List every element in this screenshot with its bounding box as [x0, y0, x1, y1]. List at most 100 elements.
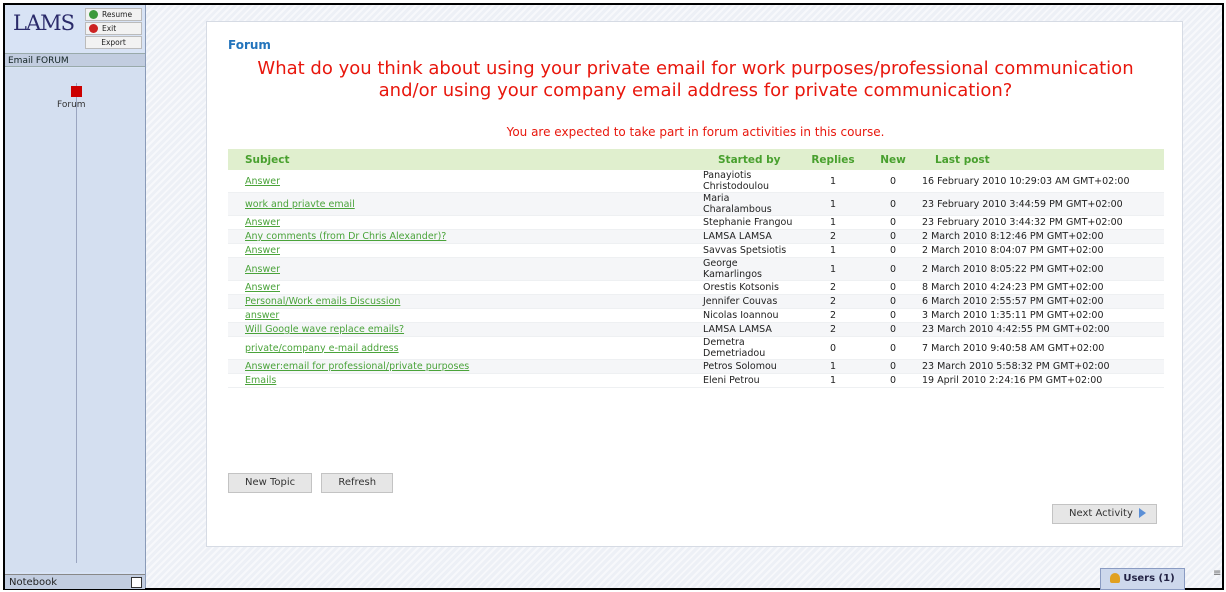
resume-button[interactable]: Resume: [85, 8, 142, 21]
topic-last-post: 7 March 2010 9:40:58 AM GMT+02:00: [918, 336, 1164, 360]
topic-subject-cell: Emails: [228, 373, 701, 388]
table-row: Answer:email for professional/private pu…: [228, 359, 1164, 374]
topic-replies: 1: [798, 192, 868, 216]
topic-last-post: 19 April 2010 2:24:16 PM GMT+02:00: [918, 373, 1164, 388]
table-header: Subject Started by Replies New Last post: [228, 149, 1164, 170]
topic-started-by: LAMSA LAMSA: [701, 322, 798, 337]
topic-new: 0: [868, 294, 918, 309]
topic-started-by: Panayiotis Christodoulou: [701, 170, 798, 193]
exit-icon: [89, 24, 98, 33]
topic-last-post: 16 February 2010 10:29:03 AM GMT+02:00: [918, 170, 1164, 193]
learner-controls: Resume Exit Export: [85, 8, 142, 50]
topic-new: 0: [868, 322, 918, 337]
topic-subject-link[interactable]: Answer:email for professional/private pu…: [245, 361, 469, 372]
topics-body: Answer Panayiotis Christodoulou 1 0 16 Febru…: [228, 170, 1164, 388]
topic-subject-cell: Answer: [228, 170, 701, 193]
table-row: private/company e-mail address Demetra De…: [228, 336, 1164, 360]
topic-started-by: LAMSA LAMSA: [701, 229, 798, 244]
table-row: Answer Stephanie Frangou 1 0 23 February 201…: [228, 215, 1164, 230]
topic-subject-link[interactable]: Answer: [245, 282, 280, 293]
refresh-button[interactable]: Refresh: [321, 473, 394, 493]
sequence-line: [76, 83, 77, 563]
next-activity-button[interactable]: Next Activity: [1052, 504, 1157, 524]
topic-subject-link[interactable]: Emails: [245, 375, 276, 386]
resume-label: Resume: [102, 10, 133, 19]
topic-new: 0: [868, 229, 918, 244]
action-bar: New Topic Refresh: [228, 473, 399, 493]
table-row: Answer Savvas Spetsiotis 1 0 2 March 2010 8:…: [228, 243, 1164, 258]
exit-label: Exit: [102, 24, 117, 33]
notebook-toggle-icon[interactable]: [131, 577, 142, 588]
topic-replies: 1: [798, 170, 868, 193]
topic-replies: 1: [798, 257, 868, 281]
col-replies: Replies: [798, 149, 868, 170]
topic-new: 0: [868, 373, 918, 388]
arrow-right-icon: [1138, 508, 1146, 518]
topic-new: 0: [868, 243, 918, 258]
forum-card: Forum What do you think about using your…: [206, 21, 1183, 547]
next-activity-label: Next Activity: [1069, 508, 1133, 519]
topic-last-post: 2 March 2010 8:05:22 PM GMT+02:00: [918, 257, 1164, 281]
topic-subject-cell: Will Google wave replace emails?: [228, 322, 701, 337]
topic-subject-cell: work and priavte email: [228, 192, 701, 216]
topic-subject-link[interactable]: answer: [245, 310, 279, 321]
lams-logo: LAMS: [13, 11, 75, 35]
topic-started-by: Savvas Spetsiotis: [701, 243, 798, 258]
users-button[interactable]: Users (1): [1100, 568, 1185, 590]
topic-last-post: 8 March 2010 4:24:23 PM GMT+02:00: [918, 280, 1164, 295]
topic-last-post: 23 February 2010 3:44:32 PM GMT+02:00: [918, 215, 1164, 230]
topic-started-by: George Kamarlingos: [701, 257, 798, 281]
topic-new: 0: [868, 170, 918, 193]
topic-last-post: 6 March 2010 2:55:57 PM GMT+02:00: [918, 294, 1164, 309]
topic-replies: 1: [798, 373, 868, 388]
main-area: Forum What do you think about using your…: [146, 5, 1222, 588]
topic-subject-link[interactable]: Will Google wave replace emails?: [245, 324, 404, 335]
topic-replies: 1: [798, 359, 868, 374]
forum-instruction: You are expected to take part in forum a…: [506, 125, 885, 139]
topic-started-by: Petros Solomou: [701, 359, 798, 374]
topic-subject-link[interactable]: Any comments (from Dr Chris Alexander)?: [245, 231, 446, 242]
topic-subject-link[interactable]: work and priavte email: [245, 199, 355, 210]
topic-subject-cell: Answer: [228, 280, 701, 295]
topic-subject-link[interactable]: private/company e-mail address: [245, 343, 399, 354]
users-panel-close-icon[interactable]: ≡: [1213, 568, 1221, 579]
topic-subject-cell: Answer: [228, 257, 701, 281]
col-last-post: Last post: [918, 149, 1164, 170]
topic-started-by: Stephanie Frangou: [701, 215, 798, 230]
table-row: Answer Orestis Kotsonis 2 0 8 March 2010 4:2…: [228, 280, 1164, 295]
topic-started-by: Maria Charalambous: [701, 192, 798, 216]
activity-node-icon[interactable]: [71, 86, 82, 97]
exit-button[interactable]: Exit: [85, 22, 142, 35]
topic-new: 0: [868, 336, 918, 360]
topic-subject-link[interactable]: Answer: [245, 176, 280, 187]
topic-new: 0: [868, 308, 918, 323]
notebook-label: Notebook: [9, 577, 58, 588]
new-topic-button[interactable]: New Topic: [228, 473, 313, 493]
table-row: work and priavte email Maria Charalambous…: [228, 192, 1164, 216]
topic-replies: 1: [798, 215, 868, 230]
topic-subject-link[interactable]: Answer: [245, 245, 280, 256]
activity-node-label[interactable]: Forum: [57, 100, 86, 110]
topic-subject-link[interactable]: Answer: [245, 264, 280, 275]
sequence-title: Email FORUM: [5, 53, 145, 67]
export-button[interactable]: Export: [85, 36, 142, 49]
topic-last-post: 2 March 2010 8:12:46 PM GMT+02:00: [918, 229, 1164, 244]
topic-replies: 2: [798, 294, 868, 309]
topic-subject-link[interactable]: Answer: [245, 217, 280, 228]
topic-last-post: 2 March 2010 8:04:07 PM GMT+02:00: [918, 243, 1164, 258]
topic-started-by: Eleni Petrou: [701, 373, 798, 388]
col-new: New: [868, 149, 918, 170]
topic-last-post: 3 March 2010 1:35:11 PM GMT+02:00: [918, 308, 1164, 323]
topic-replies: 2: [798, 322, 868, 337]
sequence-map: Forum: [5, 68, 145, 572]
topic-replies: 2: [798, 280, 868, 295]
col-subject: Subject: [228, 149, 701, 170]
table-row: answer Nicolas Ioannou 2 0 3 March 2010 1:35…: [228, 308, 1164, 323]
topic-subject-link[interactable]: Personal/Work emails Discussion: [245, 296, 400, 307]
topic-replies: 0: [798, 336, 868, 360]
topic-started-by: Nicolas Ioannou: [701, 308, 798, 323]
table-row: Personal/Work emails Discussion Jennifer …: [228, 294, 1164, 309]
notebook-bar[interactable]: Notebook: [5, 574, 145, 589]
table-row: Will Google wave replace emails? LAMSA LA…: [228, 322, 1164, 337]
topic-subject-cell: Personal/Work emails Discussion: [228, 294, 701, 309]
